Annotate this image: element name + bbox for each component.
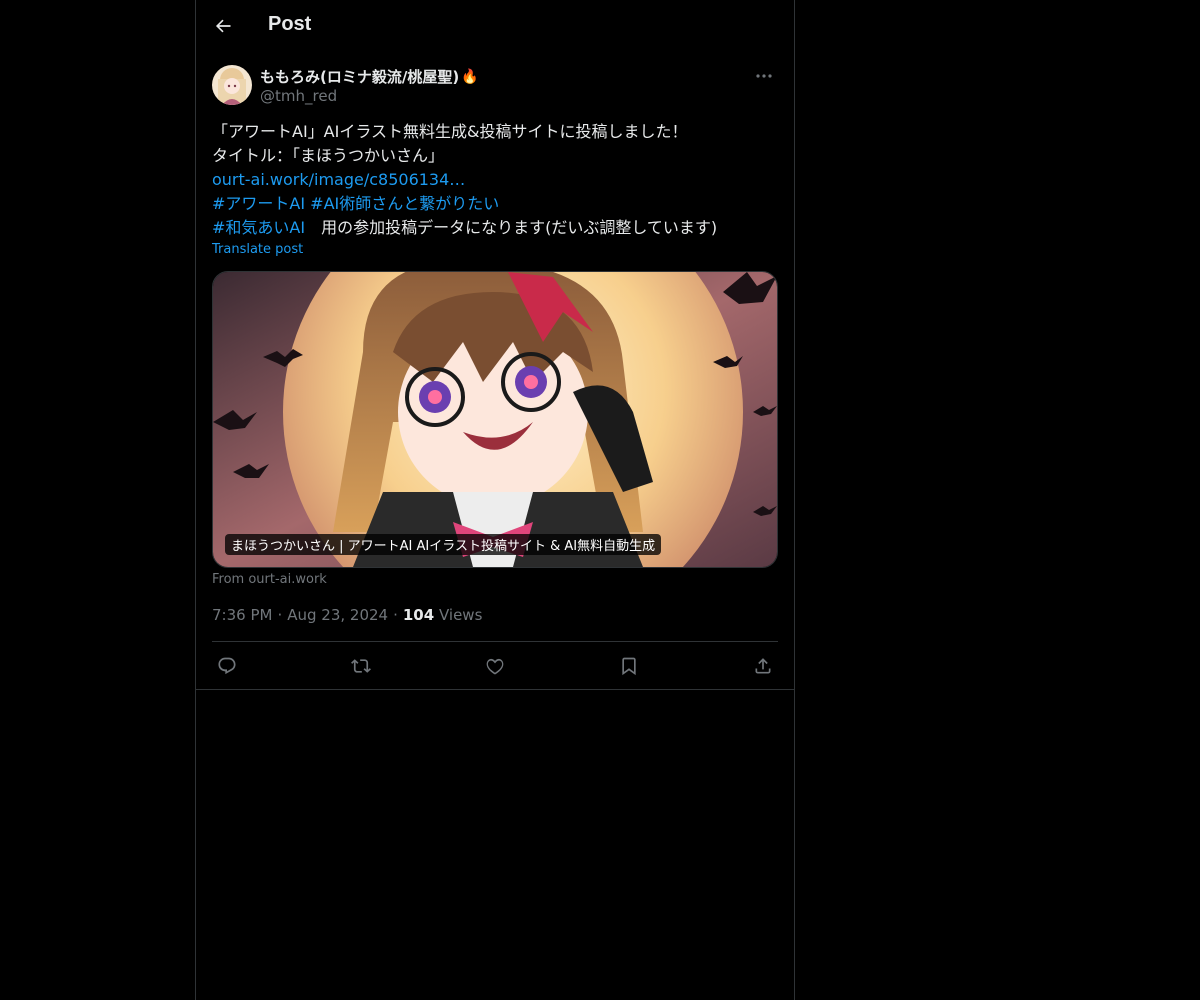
divider [212,641,778,642]
post-text-tail: 用の参加投稿データになります(だいぶ調整しています) [305,218,718,237]
post-text-line: 「アワートAI」AIイラスト無料生成&投稿サイトに投稿しました！ [212,122,688,141]
repost-button[interactable] [346,652,376,680]
post-text: 「アワートAI」AIイラスト無料生成&投稿サイトに投稿しました！ タイトル：「ま… [212,120,778,240]
divider [196,689,794,690]
card-source[interactable]: From ourt-ai.work [212,572,327,587]
post-detail: ももろみ(ロミナ毅流/桃屋聖) 🔥 @tmh_red 「アワートAI」AIイラス… [212,64,778,676]
post-time[interactable]: 7:36 PM [212,606,272,624]
main-column: Post ももろみ(ロミナ毅流/桃屋聖) 🔥 @tmh_red 「アワートAI」… [195,0,795,1000]
page-title: Post [268,13,312,35]
like-button[interactable] [480,652,510,680]
author-name-text: ももろみ(ロミナ毅流/桃屋聖) [260,68,460,86]
post-link[interactable]: ourt-ai.work/image/c8506134… [212,170,465,189]
post-text-line: タイトル：「まほうつかいさん」 [212,146,445,165]
reply-icon [217,656,237,676]
hashtag-link[interactable]: #和気あいAI [212,218,305,237]
author-display-name[interactable]: ももろみ(ロミナ毅流/桃屋聖) 🔥 [260,66,479,87]
author-row: ももろみ(ロミナ毅流/桃屋聖) 🔥 @tmh_red [212,64,778,108]
back-button[interactable] [206,9,240,43]
action-bar [212,652,778,680]
like-icon [485,656,505,676]
post-date[interactable]: Aug 23, 2024 [287,606,388,624]
bookmark-button[interactable] [614,652,644,680]
hashtag-link[interactable]: #アワートAI [212,194,305,213]
card-caption: まほうつかいさん | アワートAI AIイラスト投稿サイト & AI無料自動生成 [225,534,662,555]
hashtag-link[interactable]: #AI術師さんと繋がりたい [310,194,499,213]
share-icon [753,656,773,676]
bookmark-icon [619,656,639,676]
repost-icon [351,656,371,676]
card-image [213,272,777,567]
avatar[interactable] [212,65,252,105]
arrow-left-icon [213,16,233,36]
translate-post-link[interactable]: Translate post [212,242,303,257]
page-header: Post [196,0,794,53]
share-button[interactable] [748,652,778,680]
reply-button[interactable] [212,652,242,680]
link-card[interactable]: まほうつかいさん | アワートAI AIイラスト投稿サイト & AI無料自動生成 [212,271,778,568]
more-options-button[interactable] [752,66,776,86]
meta-separator: · [277,606,283,624]
views-label: Views [438,606,483,624]
meta-separator: · [393,606,398,624]
author-handle[interactable]: @tmh_red [260,87,337,105]
fire-emoji: 🔥 [461,68,479,85]
views-count: 104 [402,606,435,624]
more-icon [756,74,772,78]
post-meta: 7:36 PM · Aug 23, 2024 · 104 Views [212,606,482,624]
